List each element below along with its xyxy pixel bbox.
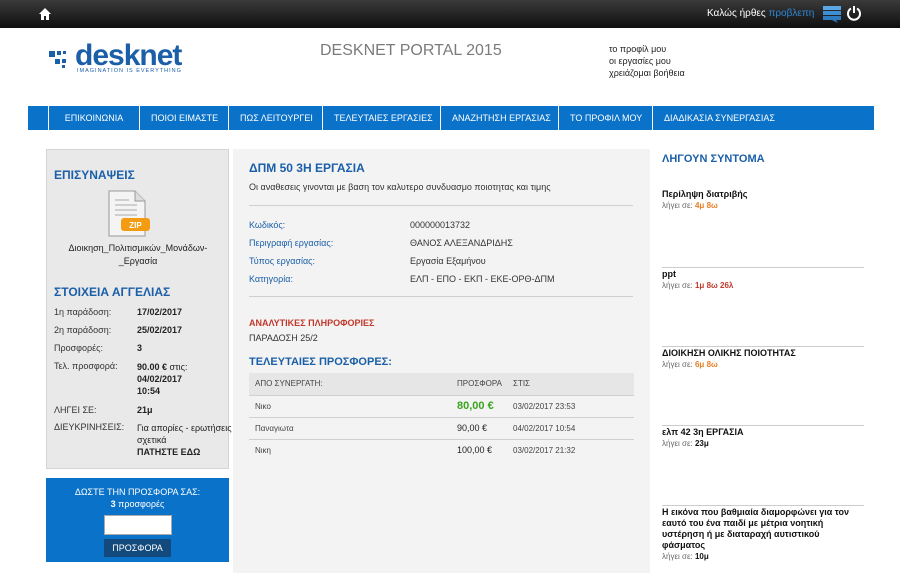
link-my-jobs[interactable]: οι εργασίες μου (609, 55, 685, 67)
nav-search-job[interactable]: ΑΝΑΖΗΤΗΣΗ ΕΡΓΑΣΙΑΣ (441, 106, 559, 130)
quick-links: το προφίλ μου οι εργασίες μου χρειάζομαι… (609, 43, 685, 79)
click-here-link[interactable]: ΠΑΤΗΣΤΕ ΕΔΩ (137, 447, 200, 457)
nav-my-profile[interactable]: ΤΟ ΠΡΟΦΙΛ ΜΟΥ (559, 106, 653, 130)
nav-contact[interactable]: ΕΠΙΚΟΙΝΩΝΙΑ (49, 106, 140, 130)
offer-box: ΔΩΣΤΕ ΤΗΝ ΠΡΟΣΦΟΡΑ ΣΑΣ: 3 προσφορές ΠΡΟΣ… (46, 478, 229, 562)
username-link[interactable]: προβλεπη (768, 8, 814, 19)
main-nav: ΕΠΙΚΟΙΝΩΝΙΑ ΠΟΙΟΙ ΕΙΜΑΣΤΕ ΠΩΣ ΛΕΙΤΟΥΡΓΕΙ… (28, 106, 874, 130)
list-item[interactable]: ppt λήγει σε: 1μ 8ω 26λ (662, 269, 864, 290)
analytic-info-heading: ΑΝΑΛΥΤΙΚΕΣ ΠΛΗΡΟΦΟΡΙΕΣ (249, 318, 375, 328)
sidebar-left: ΕΠΙΣΥΝΑΨΕΙΣ ZIP Διοικηση_Πολιτισμικών_Μο… (46, 149, 232, 469)
logo-tagline: IMAGINATION IS EVERYTHING (77, 68, 182, 74)
analytic-info-text: ΠΑΡΑΔΟΣΗ 25/2 (249, 333, 318, 343)
attachments-heading: ΕΠΙΣΥΝΑΨΕΙΣ (54, 168, 135, 182)
zip-file-icon[interactable]: ZIP (107, 190, 151, 238)
expiring-soon-panel: ΛΗΓΟΥΝ ΣΥΝΤΟΜΑ Περίληψη διατριβής λήγει … (662, 149, 866, 573)
offer-box-title: ΔΩΣΤΕ ΤΗΝ ΠΡΟΣΦΟΡΑ ΣΑΣ: (74, 487, 201, 497)
job-details-panel: ΔΠΜ 50 3Η ΕΡΓΑΣΙΑ Οι αναθεσεις γινονται … (233, 149, 650, 573)
job-subtitle: Οι αναθεσεις γινονται με βαση τον καλυτε… (249, 182, 551, 192)
logout-icon[interactable] (846, 5, 862, 21)
list-item[interactable]: Η εικόνα που βαθμιαία διαμορφώνει για το… (662, 507, 864, 561)
link-need-help[interactable]: χρειάζομαι βοήθεια (609, 67, 685, 79)
portal-title: DESKNET PORTAL 2015 (320, 42, 502, 59)
nav-latest-jobs[interactable]: ΤΕΛΕΥΤΑΙΕΣ ΕΡΓΑΣΙΕΣ (323, 106, 441, 130)
nav-how-it-works[interactable]: ΠΩΣ ΛΕΙΤΟΥΡΓΕΙ (229, 106, 323, 130)
nav-about[interactable]: ΠΟΙΟΙ ΕΙΜΑΣΤΕ (140, 106, 229, 130)
svg-text:ZIP: ZIP (129, 221, 142, 230)
offers-table: ΑΠΟ ΣΥΝΕΡΓΑΤΗ: ΠΡΟΣΦΟΡΑ ΣΤΙΣ Νικο 80,00 … (249, 373, 634, 461)
offers-table-header: ΑΠΟ ΣΥΝΕΡΓΑΤΗ: ΠΡΟΣΦΟΡΑ ΣΤΙΣ (249, 373, 634, 395)
latest-offers-heading: ΤΕΛΕΥΤΑΙΕΣ ΠΡΟΣΦΟΡΕΣ: (249, 356, 392, 368)
job-title: ΔΠΜ 50 3Η ΕΡΓΑΣΙΑ (249, 161, 365, 175)
top-bar: Καλώς ήρθες προβλεπη (0, 0, 900, 28)
messages-icon[interactable] (822, 4, 842, 24)
desknet-logo[interactable]: desknet IMAGINATION IS EVERYTHING (47, 39, 217, 77)
offer-count: 3 προσφορές (110, 499, 165, 509)
expiring-heading: ΛΗΓΟΥΝ ΣΥΝΤΟΜΑ (662, 153, 765, 165)
link-my-profile[interactable]: το προφίλ μου (609, 43, 685, 55)
table-row: Παναγιωτα 90,00 € 04/02/2017 10:54 (249, 416, 634, 439)
ad-details-heading: ΣΤΟΙΧΕΙΑ ΑΓΓΕΛΙΑΣ (54, 285, 171, 299)
attachment-filename[interactable]: Διοικηση_Πολιτισμικών_Μονάδων- _Εργασία (53, 242, 223, 268)
submit-offer-button[interactable]: ΠΡΟΣΦΟΡΑ (104, 539, 171, 557)
list-item[interactable]: Περίληψη διατριβής λήγει σε: 4μ 8ω (662, 189, 864, 210)
list-item[interactable]: ελπ 42 3η ΕΡΓΑΣΙΑ λήγει σε: 23μ (662, 427, 864, 448)
table-row: Νικη 100,00 € 03/02/2017 21:32 (249, 438, 634, 461)
home-icon[interactable] (38, 7, 52, 21)
table-row: Νικο 80,00 € 03/02/2017 23:53 (249, 394, 634, 417)
logo-squares-icon (49, 51, 66, 68)
offer-amount-input[interactable] (103, 515, 172, 535)
nav-cooperation[interactable]: ΔΙΑΔΙΚΑΣΙΑ ΣΥΝΕΡΓΑΣΙΑΣ (653, 106, 786, 130)
welcome-text: Καλώς ήρθες προβλεπη (707, 8, 815, 19)
list-item[interactable]: ΔΙΟΙΚΗΣΗ ΟΛΙΚΗΣ ΠΟΙΟΤΗΤΑΣ λήγει σε: 6μ 8… (662, 348, 864, 369)
